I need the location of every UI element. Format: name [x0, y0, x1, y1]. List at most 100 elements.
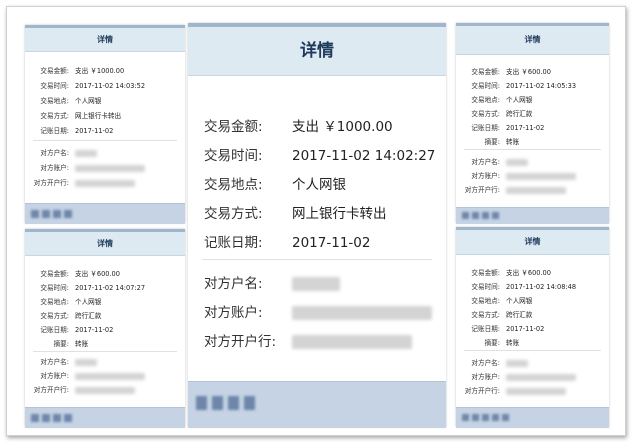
row-payee-account: 对方账户:: [456, 371, 576, 381]
row-time: 交易时间: 2017-11-02 14:05:33: [456, 80, 576, 90]
row-payee-bank: 对方开户行:: [204, 330, 412, 350]
row-payee-name: 对方户名:: [456, 357, 528, 367]
label-method: 交易方式:: [204, 206, 263, 222]
redacted-footer-text: [472, 414, 479, 421]
redacted-footer-text: [196, 396, 207, 410]
label-payee-bank: 对方开户行:: [464, 186, 500, 194]
value-memo: 转账: [75, 340, 89, 348]
value-place: 个人网银: [506, 297, 533, 305]
value-place: 个人网银: [75, 298, 102, 306]
label-payee-bank: 对方开户行:: [204, 334, 277, 350]
label-place: 交易地点:: [40, 97, 69, 105]
card-footer: [25, 203, 185, 224]
redacted-footer-text: [31, 210, 39, 218]
label-amount: 交易金额:: [40, 67, 69, 75]
value-place: 个人网银: [292, 177, 346, 193]
label-method: 交易方式:: [40, 112, 69, 120]
row-method: 交易方式: 跨行汇款: [456, 108, 532, 118]
label-method: 交易方式:: [471, 311, 500, 319]
collage-frame: 详情 交易金额: 支出 ￥1000.00 交易时间: 2017-11-02 14:0…: [6, 6, 626, 436]
card-header: 详情: [456, 230, 609, 255]
label-memo: 摘要:: [53, 340, 69, 348]
value-place: 个人网银: [75, 97, 102, 105]
label-payee-bank: 对方开户行:: [33, 179, 69, 187]
row-place: 交易地点: 个人网银: [456, 295, 532, 305]
card-title: 详情: [524, 35, 541, 44]
redacted-payee-bank: [292, 335, 412, 349]
label-place: 交易地点:: [40, 298, 69, 306]
label-payee-account: 对方账户:: [40, 164, 69, 172]
row-memo: 摘要: 转账: [25, 338, 89, 348]
value-time: 2017-11-02 14:08:48: [506, 283, 577, 291]
row-method: 交易方式: 跨行汇款: [456, 309, 532, 319]
value-post-date: 2017-11-02: [75, 127, 114, 135]
row-amount: 交易金额: 支出 ￥1000.00: [204, 115, 393, 135]
card-footer: [456, 407, 609, 428]
label-memo: 摘要:: [484, 339, 500, 347]
redacted-payee-name: [506, 359, 528, 367]
label-payee-account: 对方账户:: [40, 372, 69, 380]
label-post-date: 记账日期:: [40, 127, 69, 135]
label-time: 交易时间:: [40, 82, 69, 90]
value-post-date: 2017-11-02: [506, 124, 545, 132]
label-payee-name: 对方户名:: [40, 358, 69, 366]
row-payee-bank: 对方开户行:: [456, 184, 566, 194]
card-header: 详情: [25, 232, 185, 256]
redacted-footer-text: [502, 414, 509, 421]
redacted-payee-account: [292, 306, 432, 320]
card-title: 详情: [97, 35, 113, 44]
value-memo: 转账: [506, 339, 520, 347]
redacted-payee-name: [75, 358, 97, 366]
redacted-footer-text: [492, 414, 499, 421]
card-footer: [456, 207, 609, 224]
label-amount: 交易金额:: [40, 270, 69, 278]
row-payee-name: 对方户名:: [25, 147, 97, 157]
redacted-footer-text: [53, 210, 61, 218]
value-method: 网上银行卡转出: [75, 112, 122, 120]
row-amount: 交易金额: 支出 ￥1000.00: [25, 65, 124, 75]
row-place: 交易地点: 个人网银: [25, 95, 101, 105]
row-payee-bank: 对方开户行:: [25, 177, 135, 187]
row-amount: 交易金额: 支出 ￥600.00: [456, 267, 551, 277]
redacted-footer-text: [472, 212, 479, 219]
row-post-date: 记账日期: 2017-11-02: [204, 231, 370, 251]
card-footer: [25, 407, 185, 428]
value-amount: 支出 ￥600.00: [506, 269, 551, 277]
label-amount: 交易金额:: [471, 269, 500, 277]
value-method: 跨行汇款: [75, 312, 102, 320]
row-time: 交易时间: 2017-11-02 14:08:48: [456, 281, 576, 291]
redacted-payee-account: [75, 164, 145, 172]
transaction-card-3: 详情 交易金额: 支出 ￥600.00 交易时间: 2017-11-02 14:05…: [456, 23, 609, 224]
value-post-date: 2017-11-02: [75, 326, 114, 334]
row-payee-bank: 对方开户行:: [456, 385, 566, 395]
redacted-footer-text: [228, 396, 239, 410]
divider: [33, 140, 177, 141]
row-amount: 交易金额: 支出 ￥600.00: [456, 66, 551, 76]
card-title: 详情: [97, 239, 113, 248]
row-payee-name: 对方户名:: [456, 156, 528, 166]
label-method: 交易方式:: [40, 312, 69, 320]
row-amount: 交易金额: 支出 ￥600.00: [25, 268, 120, 278]
redacted-footer-text: [64, 414, 72, 422]
value-time: 2017-11-02 14:07:27: [75, 284, 146, 292]
transaction-card-main: 详情 交易金额: 支出 ￥1000.00 交易时间: 2017-11-02 14:0…: [188, 23, 446, 428]
redacted-payee-bank: [506, 387, 566, 395]
transaction-card-2: 详情 交易金额: 支出 ￥600.00 交易时间: 2017-11-02 14:07…: [25, 229, 185, 428]
redacted-payee-name: [506, 158, 528, 166]
divider: [464, 350, 601, 351]
value-time: 2017-11-02 14:03:52: [75, 82, 146, 90]
redacted-footer-text: [462, 414, 469, 421]
row-payee-account: 对方账户:: [204, 301, 432, 321]
redacted-payee-bank: [75, 386, 135, 394]
row-payee-account: 对方账户:: [25, 370, 145, 380]
value-amount: 支出 ￥1000.00: [75, 67, 125, 75]
card-title: 详情: [300, 41, 334, 61]
row-post-date: 记账日期: 2017-11-02: [456, 323, 544, 333]
redacted-payee-bank: [75, 179, 135, 187]
divider: [33, 351, 177, 352]
label-payee-account: 对方账户:: [471, 172, 500, 180]
label-payee-account: 对方账户:: [204, 305, 263, 321]
row-payee-account: 对方账户:: [25, 162, 145, 172]
row-memo: 摘要: 转账: [456, 337, 520, 347]
redacted-payee-bank: [506, 186, 566, 194]
